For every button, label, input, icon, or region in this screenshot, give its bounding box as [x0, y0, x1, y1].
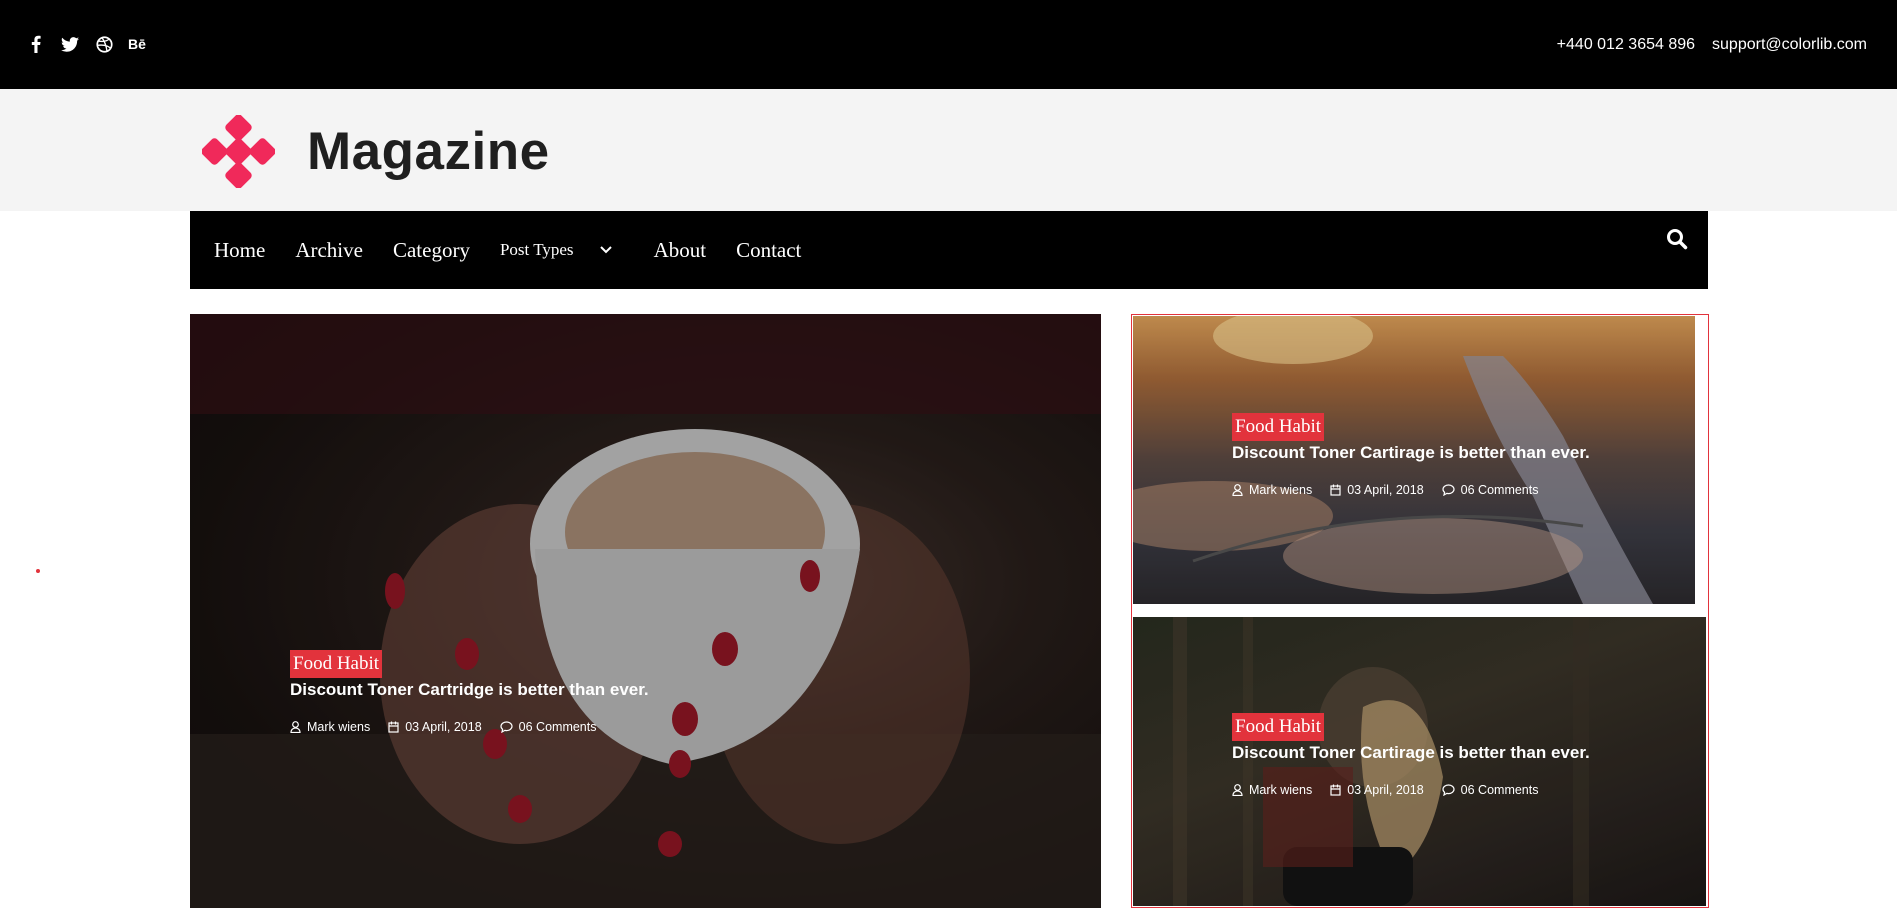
main-nav: Home Archive Category Post Types About C…	[190, 211, 1708, 289]
site-logo[interactable]: Magazine	[202, 115, 550, 188]
category-tag[interactable]: Food Habit	[1232, 413, 1325, 441]
calendar-icon	[1330, 784, 1341, 796]
author-name: Mark wiens	[307, 720, 371, 734]
email-address[interactable]: support@colorlib.com	[1712, 36, 1867, 54]
category-tag[interactable]: Food Habit	[1232, 713, 1325, 741]
facebook-icon[interactable]	[26, 34, 46, 54]
chevron-down-icon	[599, 246, 612, 254]
featured-post-main[interactable]: Food Habit Discount Toner Cartridge is b…	[190, 314, 1101, 908]
comments-meta[interactable]: 06 Comments	[500, 720, 597, 734]
post-date: 03 April, 2018	[405, 720, 482, 734]
user-icon	[1232, 484, 1243, 496]
post-image	[190, 314, 1101, 908]
search-button[interactable]	[1666, 228, 1688, 255]
post-meta: Mark wiens 03 April, 2018 06 Comments	[1232, 483, 1590, 497]
featured-post-side-2[interactable]: Food Habit Discount Toner Cartirage is b…	[1133, 617, 1706, 906]
phone-number[interactable]: +440 012 3654 896	[1557, 36, 1695, 54]
post-date: 03 April, 2018	[1347, 483, 1424, 497]
nav-category[interactable]: Category	[393, 238, 470, 263]
author-name: Mark wiens	[1249, 783, 1313, 797]
post-title[interactable]: Discount Toner Cartirage is better than …	[1232, 443, 1590, 463]
post-meta: Mark wiens 03 April, 2018 06 Comments	[1232, 783, 1590, 797]
comments-meta[interactable]: 06 Comments	[1442, 783, 1539, 797]
date-meta: 03 April, 2018	[1330, 783, 1424, 797]
comments-meta[interactable]: 06 Comments	[1442, 483, 1539, 497]
twitter-icon[interactable]	[60, 34, 80, 54]
logo-mark-icon	[202, 115, 275, 188]
author-meta[interactable]: Mark wiens	[1232, 783, 1312, 797]
comment-count: 06 Comments	[1460, 783, 1539, 797]
post-info: Food Habit Discount Toner Cartirage is b…	[1232, 713, 1590, 797]
nav-archive[interactable]: Archive	[295, 238, 363, 263]
comment-count: 06 Comments	[1460, 483, 1539, 497]
nav-post-types-label: Post Types	[499, 240, 574, 259]
date-meta: 03 April, 2018	[1330, 483, 1424, 497]
post-title[interactable]: Discount Toner Cartirage is better than …	[1232, 743, 1590, 763]
author-meta[interactable]: Mark wiens	[1232, 483, 1312, 497]
comment-icon	[500, 721, 513, 733]
comment-icon	[1442, 784, 1455, 796]
behance-icon[interactable]: Bē	[128, 34, 146, 54]
search-icon	[1667, 229, 1688, 250]
post-date: 03 April, 2018	[1347, 783, 1424, 797]
social-links: Bē	[26, 34, 146, 54]
nav-contact[interactable]: Contact	[736, 238, 801, 263]
nav-post-types[interactable]: Post Types	[500, 240, 624, 260]
cursor-dot	[36, 569, 40, 573]
user-icon	[290, 721, 301, 733]
calendar-icon	[388, 721, 399, 733]
top-bar: Bē +440 012 3654 896 support@colorlib.co…	[0, 0, 1897, 89]
comment-icon	[1442, 484, 1455, 496]
calendar-icon	[1330, 484, 1341, 496]
nav-about[interactable]: About	[654, 238, 707, 263]
nav-home[interactable]: Home	[214, 238, 265, 263]
author-meta[interactable]: Mark wiens	[290, 720, 370, 734]
post-info: Food Habit Discount Toner Cartirage is b…	[1232, 413, 1590, 497]
featured-post-side-1[interactable]: Food Habit Discount Toner Cartirage is b…	[1133, 316, 1695, 604]
post-title[interactable]: Discount Toner Cartridge is better than …	[290, 680, 649, 700]
contact-info: +440 012 3654 896 support@colorlib.com	[1557, 36, 1867, 54]
author-name: Mark wiens	[1249, 483, 1313, 497]
dribbble-icon[interactable]	[94, 34, 114, 54]
brand-name: Magazine	[307, 122, 550, 181]
date-meta: 03 April, 2018	[388, 720, 482, 734]
post-meta: Mark wiens 03 April, 2018 06 Comments	[290, 720, 649, 734]
comment-count: 06 Comments	[518, 720, 597, 734]
post-info: Food Habit Discount Toner Cartridge is b…	[290, 650, 649, 734]
category-tag[interactable]: Food Habit	[290, 650, 383, 678]
user-icon	[1232, 784, 1243, 796]
